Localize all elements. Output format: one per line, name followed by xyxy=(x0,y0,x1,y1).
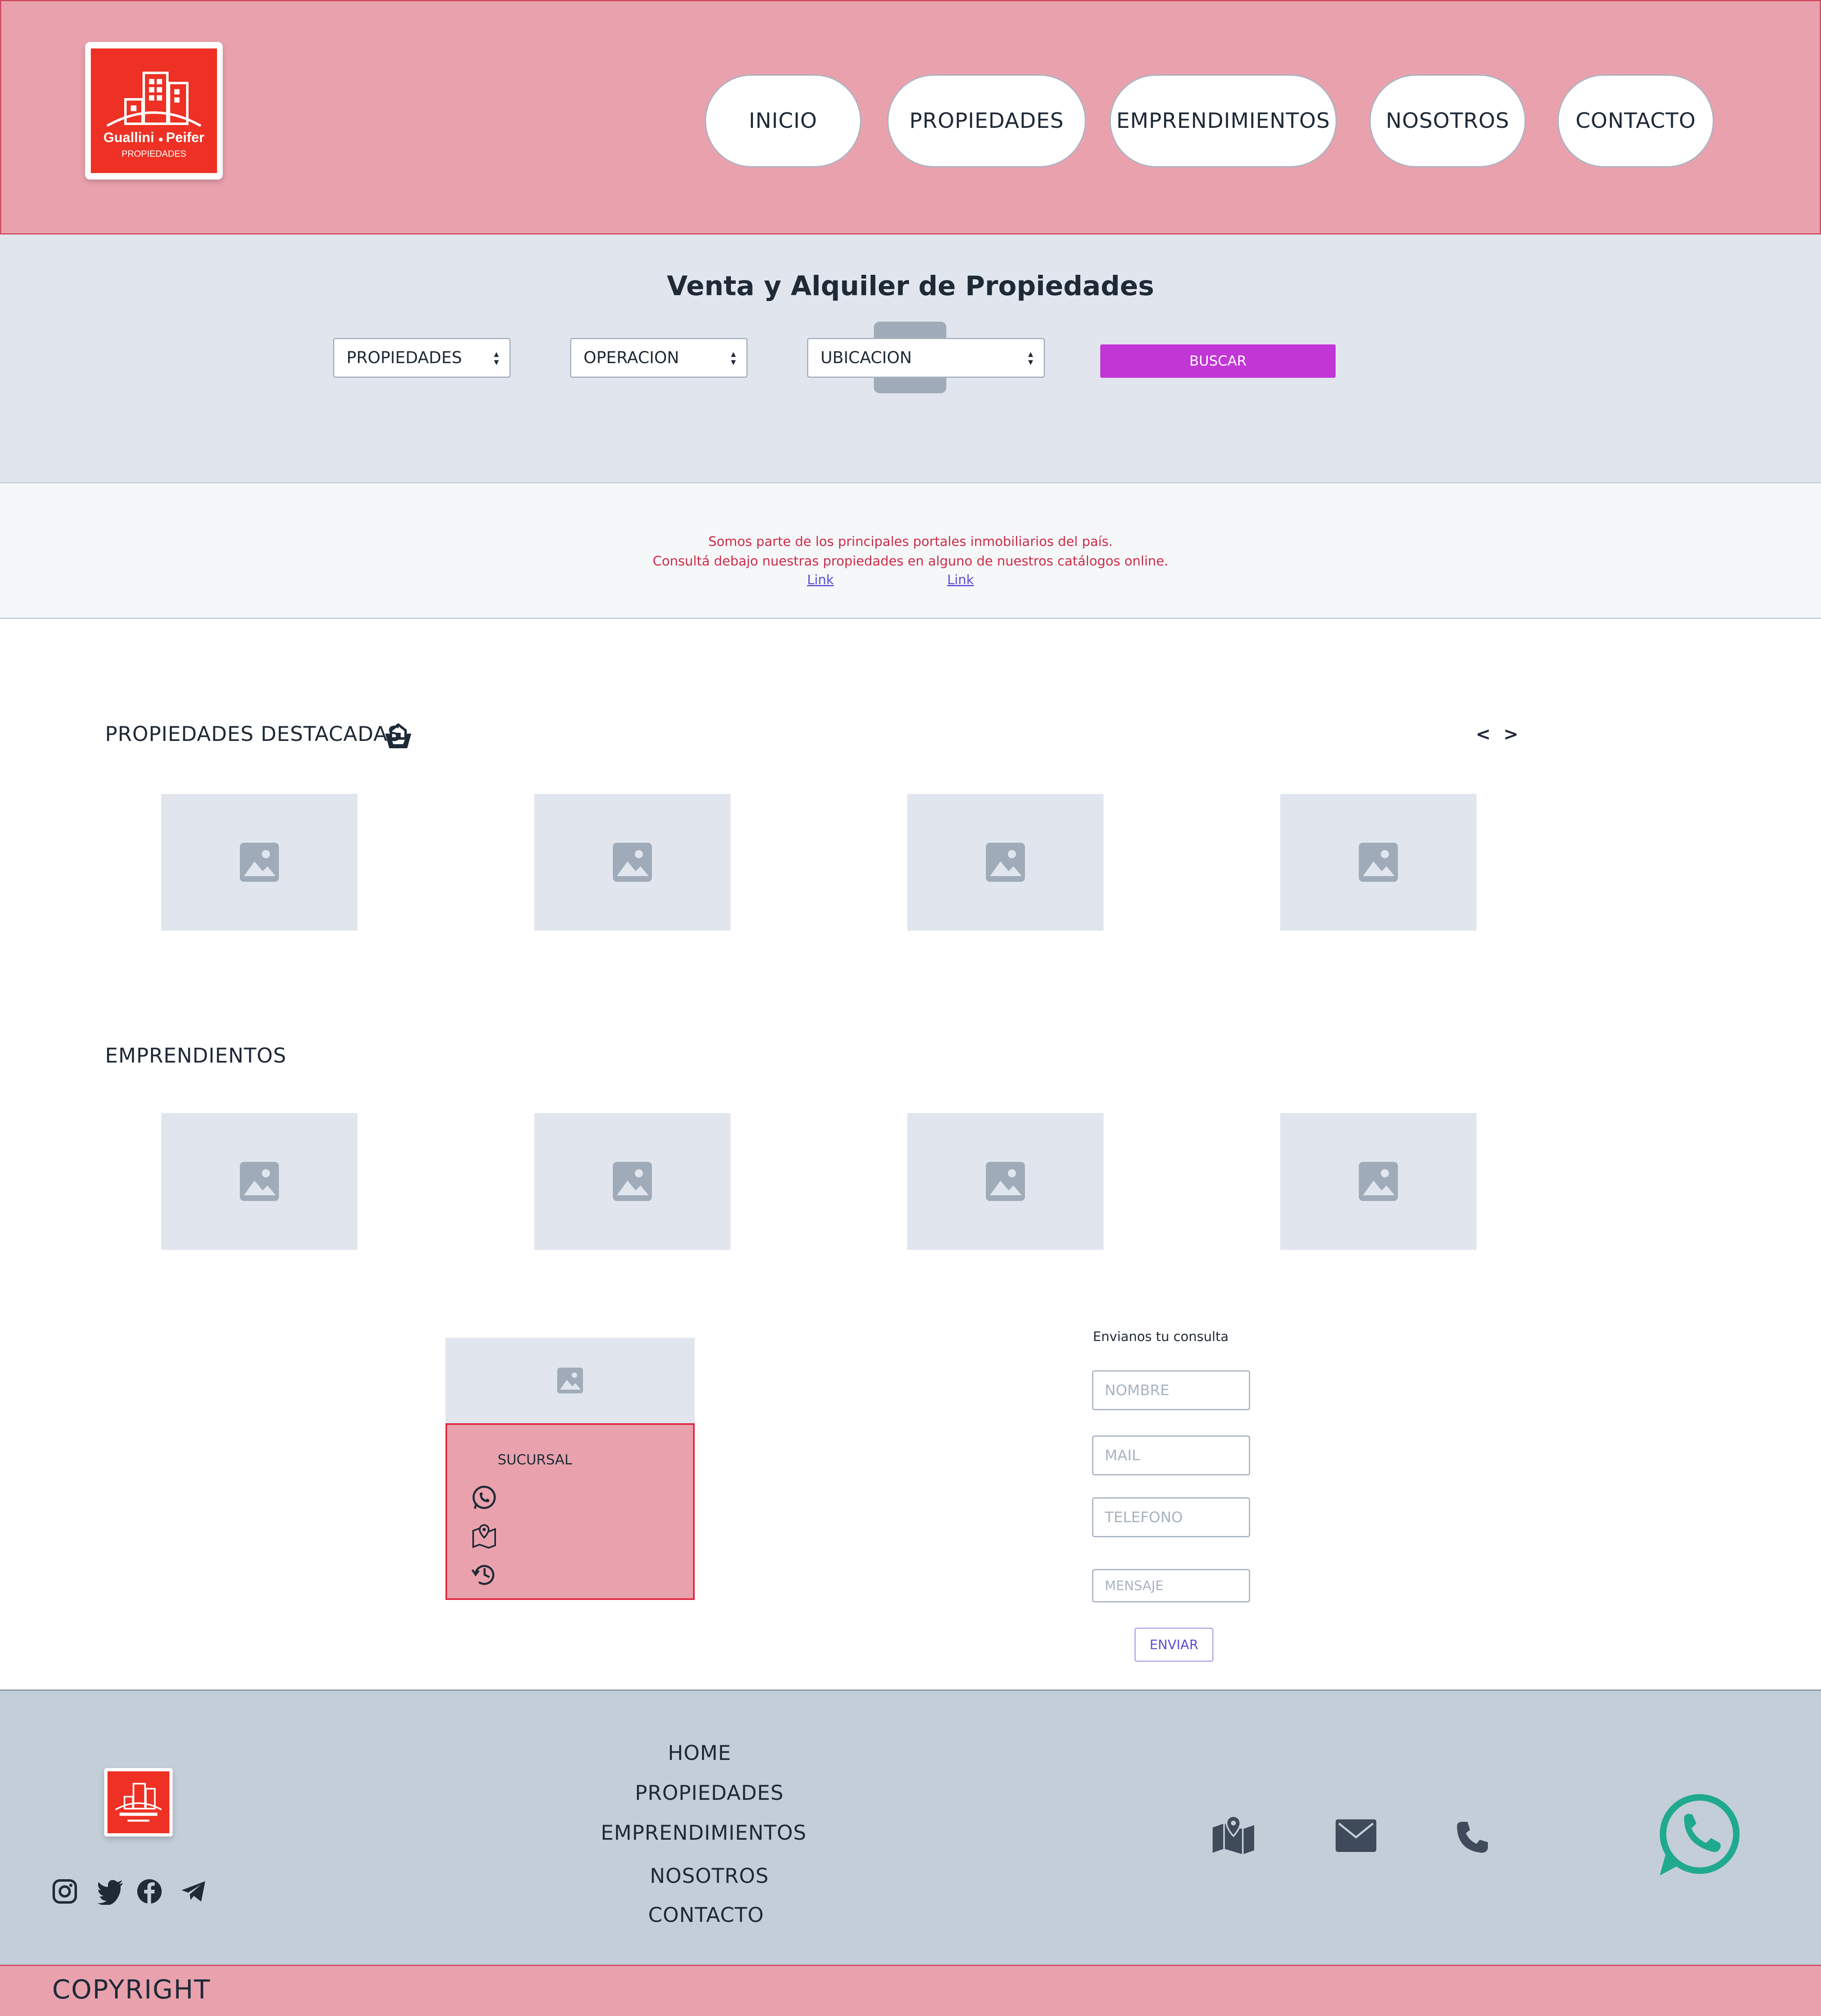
emprendimiento-image[interactable] xyxy=(1280,1113,1477,1250)
phone-icon[interactable] xyxy=(1455,1820,1490,1854)
emprendimiento-image[interactable] xyxy=(907,1113,1104,1250)
logo-subtitle: PROPIEDADES xyxy=(121,149,186,159)
phone-field[interactable]: TELEFONO xyxy=(1092,1497,1250,1537)
image-placeholder-icon xyxy=(557,1367,583,1394)
featured-property-image[interactable] xyxy=(161,794,358,931)
emprendimientos-title: EMPRENDIENTOS xyxy=(105,1044,287,1067)
footer-link-home[interactable]: HOME xyxy=(577,1741,822,1765)
emprendimiento-image[interactable] xyxy=(534,1113,731,1250)
facebook-icon[interactable] xyxy=(136,1878,163,1905)
site-logo[interactable]: Guallini ● Peifer PROPIEDADES xyxy=(85,42,223,180)
nav-inicio[interactable]: INICIO xyxy=(705,75,861,167)
site-header: Guallini ● Peifer PROPIEDADES INICIO PRO… xyxy=(0,0,1821,234)
select-ubicacion[interactable]: UBICACION ▴ ▾ xyxy=(807,338,1045,378)
whatsapp-icon[interactable] xyxy=(1655,1792,1742,1879)
portal-link-1[interactable]: Link xyxy=(807,572,834,587)
image-placeholder-icon xyxy=(613,843,652,882)
branch-image xyxy=(445,1338,695,1423)
image-placeholder-icon xyxy=(986,843,1025,882)
map-pin-icon[interactable] xyxy=(471,1523,498,1549)
image-placeholder-icon xyxy=(240,1162,279,1201)
search-section: Venta y Alquiler de Propiedades PROPIEDA… xyxy=(0,234,1821,482)
select-operacion[interactable]: OPERACION ▴ ▾ xyxy=(570,338,748,378)
footer-link-contacto[interactable]: CONTACTO xyxy=(584,1903,828,1927)
logo-word-1: Guallini xyxy=(103,130,154,145)
email-field[interactable]: MAIL xyxy=(1092,1435,1250,1475)
clock-history-icon[interactable] xyxy=(471,1561,498,1588)
footer-link-propiedades[interactable]: PROPIEDADES xyxy=(587,1781,832,1805)
copyright-bar: COPYRIGHT xyxy=(0,1965,1821,2016)
mail-icon[interactable] xyxy=(1336,1819,1376,1852)
featured-property-image[interactable] xyxy=(534,794,731,931)
map-icon[interactable] xyxy=(1212,1815,1255,1855)
carousel-next-button[interactable]: > xyxy=(1503,724,1518,745)
image-placeholder-icon xyxy=(986,1162,1025,1201)
image-placeholder-icon xyxy=(1359,1162,1398,1201)
contact-form-title: Envianos tu consulta xyxy=(1093,1329,1229,1344)
branch-card: SUCURSAL xyxy=(445,1423,695,1600)
featured-property-image[interactable] xyxy=(1280,794,1477,931)
featured-property-image[interactable] xyxy=(907,794,1104,931)
nav-propiedades[interactable]: PROPIEDADES xyxy=(887,75,1086,167)
footer-logo[interactable] xyxy=(104,1768,173,1836)
portals-line-2: Consultá debajo nuestras propiedades en … xyxy=(652,553,1169,569)
instagram-icon[interactable] xyxy=(51,1878,78,1905)
footer-link-nosotros[interactable]: NOSOTROS xyxy=(587,1864,832,1888)
site-footer: HOME PROPIEDADES EMPRENDIMIENTOS NOSOTRO… xyxy=(0,1689,1821,1965)
nav-nosotros[interactable]: NOSOTROS xyxy=(1369,75,1526,167)
search-title: Venta y Alquiler de Propiedades xyxy=(667,270,1154,302)
portals-line-1: Somos parte de los principales portales … xyxy=(708,534,1113,549)
image-placeholder-icon xyxy=(240,843,279,882)
submit-button[interactable]: ENVIAR xyxy=(1134,1628,1213,1662)
hand-house-icon xyxy=(385,723,411,748)
portals-section: Somos parte de los principales portales … xyxy=(0,482,1821,619)
building-logo-icon xyxy=(115,1783,162,1822)
select-arrows-icon: ▴ ▾ xyxy=(731,348,736,368)
select-arrows-icon: ▴ ▾ xyxy=(1028,348,1033,368)
telegram-icon[interactable] xyxy=(180,1879,207,1904)
search-button[interactable]: BUSCAR xyxy=(1100,344,1336,378)
twitter-icon[interactable] xyxy=(96,1878,125,1905)
image-placeholder-icon xyxy=(1359,843,1398,882)
emprendimiento-image[interactable] xyxy=(161,1113,358,1250)
select-propiedades[interactable]: PROPIEDADES ▴ ▾ xyxy=(333,338,511,378)
featured-title: PROPIEDADES DESTACADAS xyxy=(105,722,401,746)
carousel-prev-button[interactable]: < xyxy=(1476,724,1491,745)
nav-contacto[interactable]: CONTACTO xyxy=(1558,75,1714,167)
branch-label: SUCURSAL xyxy=(498,1452,573,1468)
footer-link-emprendimientos[interactable]: EMPRENDIMIENTOS xyxy=(581,1821,826,1845)
portal-link-2[interactable]: Link xyxy=(947,572,974,587)
select-arrows-icon: ▴ ▾ xyxy=(494,348,499,368)
name-field[interactable]: NOMBRE xyxy=(1092,1370,1250,1410)
copyright-text: COPYRIGHT xyxy=(52,1975,211,2005)
image-placeholder-icon xyxy=(613,1162,652,1201)
logo-word-2: Peifer xyxy=(166,130,205,145)
whatsapp-icon[interactable] xyxy=(471,1484,498,1511)
nav-emprendimientos[interactable]: EMPRENDIMIENTOS xyxy=(1110,75,1337,167)
message-field[interactable]: MENSAJE xyxy=(1092,1569,1250,1602)
